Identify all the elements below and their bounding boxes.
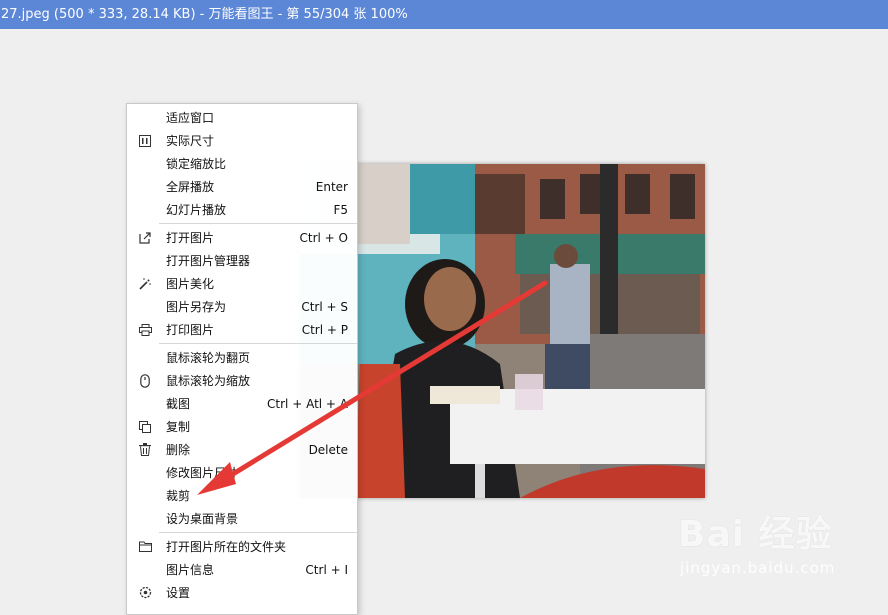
menu-item[interactable]: 鼠标滚轮为翻页: [127, 346, 357, 369]
menu-item[interactable]: 实际尺寸: [127, 129, 357, 152]
menu-item[interactable]: 锁定缩放比: [127, 152, 357, 175]
menu-item-label: 幻灯片播放: [166, 203, 227, 217]
menu-item[interactable]: 打开图片所在的文件夹: [127, 535, 357, 558]
gear-icon: [137, 585, 153, 601]
menu-separator: [159, 532, 357, 533]
menu-item[interactable]: 打开图片管理器: [127, 249, 357, 272]
menu-item-label: 适应窗口: [166, 111, 215, 125]
menu-item-label: 裁剪: [166, 489, 191, 503]
menu-item-label: 打印图片: [166, 323, 215, 337]
menu-item-label: 截图: [166, 397, 191, 411]
menu-item[interactable]: 设为桌面背景: [127, 507, 357, 530]
menu-item-shortcut: Ctrl + Atl + A: [267, 396, 348, 411]
mouse-icon: [137, 373, 153, 389]
menu-item[interactable]: 截图 Ctrl + Atl + A: [127, 392, 357, 415]
menu-item-shortcut: Ctrl + S: [301, 299, 348, 314]
menu-item-shortcut: Enter: [315, 179, 348, 194]
menu-item-label: 修改图片尺寸: [166, 466, 239, 480]
watermark-logo: Bai 经验: [678, 514, 833, 555]
menu-item-shortcut: Delete: [308, 442, 348, 457]
context-menu: 适应窗口实际尺寸锁定缩放比全屏播放 Enter 幻灯片播放 F5 打开图片 Ctrl + …: [126, 103, 358, 615]
baidu-watermark: Bai 经验 jingyan.baidu.com: [678, 505, 848, 585]
menu-item[interactable]: 图片美化: [127, 272, 357, 295]
trash-icon: [137, 442, 153, 458]
open-external-icon: [137, 230, 153, 246]
menu-item-label: 鼠标滚轮为缩放: [166, 374, 251, 388]
photo-illustration: [300, 164, 705, 498]
menu-item-label: 实际尺寸: [166, 134, 215, 148]
menu-separator: [159, 343, 357, 344]
menu-item[interactable]: 打开图片 Ctrl + O: [127, 226, 357, 249]
menu-item-label: 全屏播放: [166, 180, 215, 194]
window-title-bar: 27.jpeg (500 * 333, 28.14 KB) - 万能看图王 - …: [0, 0, 888, 29]
menu-item-label: 打开图片管理器: [166, 254, 251, 268]
menu-item-label: 删除: [166, 443, 191, 457]
magic-wand-icon: [137, 276, 153, 292]
menu-item[interactable]: 删除 Delete: [127, 438, 357, 461]
menu-item-label: 设为桌面背景: [166, 512, 239, 526]
menu-item-label: 复制: [166, 420, 191, 434]
printer-icon: [137, 322, 153, 338]
menu-item[interactable]: 幻灯片播放 F5: [127, 198, 357, 221]
menu-item[interactable]: 复制: [127, 415, 357, 438]
menu-item-label: 打开图片: [166, 231, 215, 245]
menu-item-shortcut: F5: [333, 202, 348, 217]
menu-item-label: 设置: [166, 586, 191, 600]
menu-item[interactable]: 裁剪: [127, 484, 357, 507]
menu-item-label: 锁定缩放比: [166, 157, 227, 171]
copy-icon: [137, 419, 153, 435]
menu-item-label: 图片另存为: [166, 300, 227, 314]
menu-item[interactable]: 设置: [127, 581, 357, 604]
displayed-photo[interactable]: [300, 164, 705, 498]
menu-item[interactable]: 适应窗口: [127, 106, 357, 129]
menu-item[interactable]: 图片另存为 Ctrl + S: [127, 295, 357, 318]
menu-item[interactable]: 图片信息 Ctrl + I: [127, 558, 357, 581]
menu-item[interactable]: 全屏播放 Enter: [127, 175, 357, 198]
menu-item-label: 图片信息: [166, 563, 215, 577]
menu-item[interactable]: 鼠标滚轮为缩放: [127, 369, 357, 392]
menu-item-shortcut: Ctrl + O: [299, 230, 348, 245]
menu-item-shortcut: Ctrl + P: [301, 322, 348, 337]
folder-icon: [137, 539, 153, 555]
menu-item-label: 鼠标滚轮为翻页: [166, 351, 251, 365]
menu-item-shortcut: Ctrl + I: [305, 562, 348, 577]
menu-item[interactable]: 修改图片尺寸: [127, 461, 357, 484]
menu-separator: [159, 223, 357, 224]
watermark-url: jingyan.baidu.com: [680, 559, 836, 577]
menu-item-label: 打开图片所在的文件夹: [166, 540, 287, 554]
menu-item[interactable]: 打印图片 Ctrl + P: [127, 318, 357, 341]
actual-size-icon: [137, 133, 153, 149]
menu-item-label: 图片美化: [166, 277, 215, 291]
window-title: 27.jpeg (500 * 333, 28.14 KB) - 万能看图王 - …: [1, 7, 408, 22]
